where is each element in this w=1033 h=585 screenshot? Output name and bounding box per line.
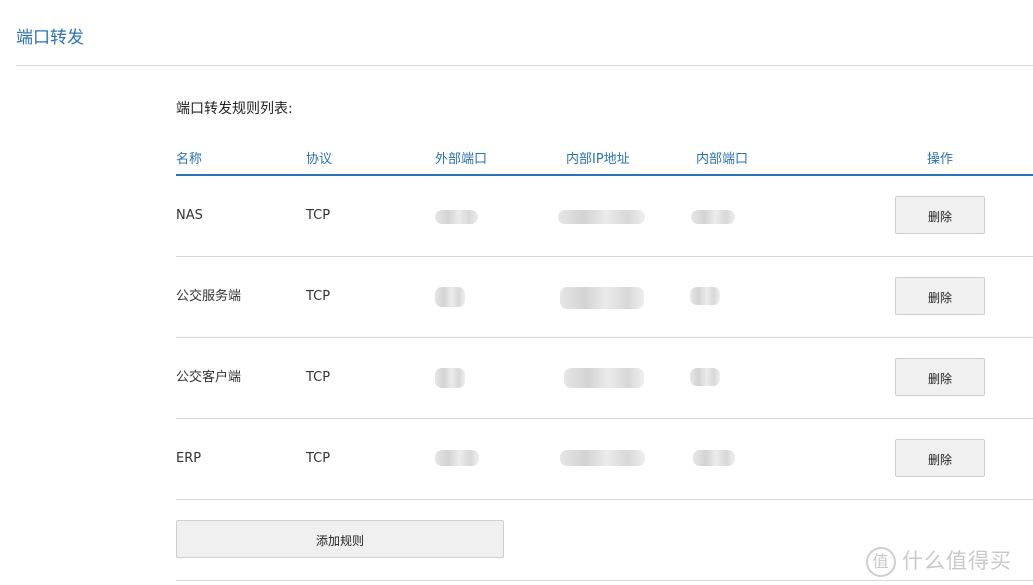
internal-ip-redacted <box>564 368 644 388</box>
delete-button[interactable]: 删除 <box>895 358 985 396</box>
internal-port-redacted <box>691 210 735 224</box>
header-protocol: 协议 <box>306 152 333 167</box>
rule-name: 公交客户端 <box>176 370 242 385</box>
header-actions: 操作 <box>927 152 954 167</box>
rule-protocol: TCP <box>306 208 331 223</box>
header-external-port: 外部端口 <box>435 152 488 167</box>
port-forward-table: 名称 协议 外部端口 内部IP地址 内部端口 操作 NAS TCP 删除 公交服… <box>176 140 1033 500</box>
rule-name: NAS <box>176 208 203 223</box>
internal-port-redacted <box>690 368 720 386</box>
title-divider <box>16 65 1033 66</box>
delete-button[interactable]: 删除 <box>895 277 985 315</box>
rule-name: 公交服务端 <box>176 289 242 304</box>
delete-button[interactable]: 删除 <box>895 196 985 234</box>
delete-button[interactable]: 删除 <box>895 439 985 477</box>
external-port-redacted <box>435 210 478 224</box>
internal-ip-redacted <box>558 210 645 224</box>
rule-protocol: TCP <box>306 370 331 385</box>
internal-port-redacted <box>693 450 735 466</box>
table-header: 名称 协议 外部端口 内部IP地址 内部端口 操作 <box>176 140 1033 176</box>
section-title: 端口转发规则列表: <box>176 101 293 117</box>
rule-name: ERP <box>176 451 202 466</box>
table-row: 公交客户端 TCP 删除 <box>176 338 1033 419</box>
table-row: NAS TCP 删除 <box>176 176 1033 257</box>
internal-port-redacted <box>690 287 720 305</box>
table-row: ERP TCP 删除 <box>176 419 1033 500</box>
rule-protocol: TCP <box>306 289 331 304</box>
internal-ip-redacted <box>560 450 645 466</box>
external-port-redacted <box>435 368 465 388</box>
header-internal-ip: 内部IP地址 <box>566 152 630 167</box>
watermark-logo-icon: 值 <box>866 547 896 577</box>
watermark-text: 什么值得买 <box>902 549 1012 573</box>
page-title: 端口转发 <box>16 28 84 48</box>
header-name: 名称 <box>176 152 203 167</box>
watermark: 值什么值得买 <box>866 545 1012 577</box>
external-port-redacted <box>435 287 465 307</box>
table-row: 公交服务端 TCP 删除 <box>176 257 1033 338</box>
add-rule-button[interactable]: 添加规则 <box>176 520 504 558</box>
header-internal-port: 内部端口 <box>696 152 749 167</box>
external-port-redacted <box>435 450 479 466</box>
bottom-divider <box>176 580 1033 581</box>
internal-ip-redacted <box>560 287 644 309</box>
rule-protocol: TCP <box>306 451 331 466</box>
